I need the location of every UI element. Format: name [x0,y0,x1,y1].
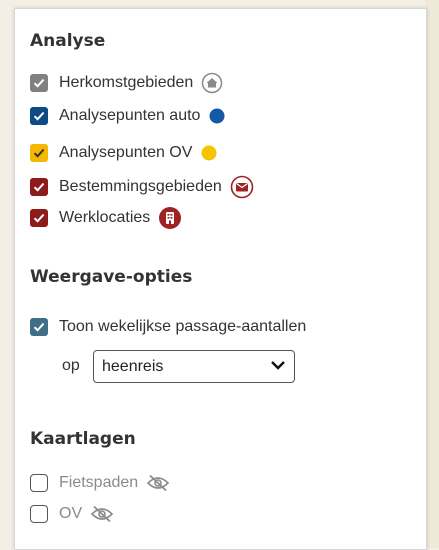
kaartlaag-item-fietspaden[interactable]: Fietspaden [30,471,170,495]
layer-panel: Analyse Herkomstgebieden Analysepunten a… [14,8,427,550]
analyse-item-auto[interactable]: Analysepunten auto [30,104,226,128]
checkbox-kaartlaag-ov[interactable] [30,505,48,523]
blue-dot-icon [208,107,226,125]
yellow-dot-icon [200,144,218,162]
analyse-title: Analyse [30,31,106,51]
building-icon [158,206,182,230]
eye-off-icon [146,474,170,492]
label-herkomstgebieden: Herkomstgebieden [59,74,194,91]
label-fietspaden: Fietspaden [59,474,139,491]
checkbox-werklocaties[interactable] [30,209,48,227]
checkbox-herkomstgebieden[interactable] [30,74,48,92]
richting-select[interactable]: heenreis [93,350,295,383]
checkbox-bestemmingsgebieden[interactable] [30,178,48,196]
analyse-item-werklocaties[interactable]: Werklocaties [30,206,182,230]
op-label: op [62,357,80,374]
label-passage-aantallen: Toon wekelijkse passage-aantallen [59,318,307,335]
checkbox-passage-aantallen[interactable] [30,318,48,336]
label-bestemmingsgebieden: Bestemmingsgebieden [59,178,222,195]
label-ov: Analysepunten OV [59,144,193,161]
eye-off-icon [90,505,114,523]
weergave-toggle-row[interactable]: Toon wekelijkse passage-aantallen [30,315,306,339]
checkbox-auto[interactable] [30,107,48,125]
home-icon [201,72,223,94]
label-werklocaties: Werklocaties [59,209,151,226]
checkbox-ov[interactable] [30,144,48,162]
mail-icon [230,175,254,199]
label-kaartlaag-ov: OV [59,505,83,522]
select-value: heenreis [102,357,164,375]
analyse-item-bestemmingsgebieden[interactable]: Bestemmingsgebieden [30,175,254,199]
analyse-item-ov[interactable]: Analysepunten OV [30,141,218,165]
checkbox-fietspaden[interactable] [30,474,48,492]
kaartlagen-title: Kaartlagen [30,429,136,449]
chevron-down-icon [270,358,286,376]
label-auto: Analysepunten auto [59,107,201,124]
kaartlaag-item-ov[interactable]: OV [30,502,114,526]
weergave-title: Weergave-opties [30,267,193,287]
analyse-item-herkomstgebieden[interactable]: Herkomstgebieden [30,71,223,95]
map-background [425,0,439,548]
